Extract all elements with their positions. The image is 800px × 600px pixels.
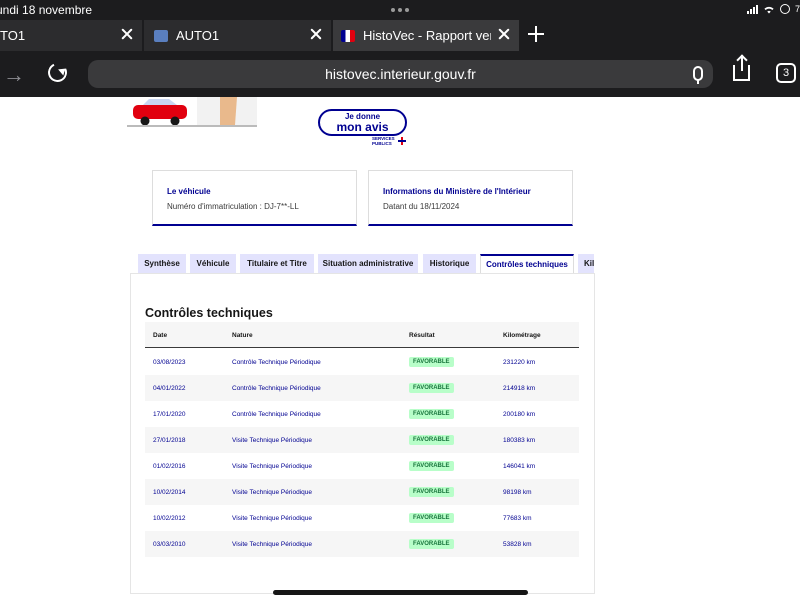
battery-level: 7 (794, 4, 800, 14)
share-icon[interactable] (733, 57, 750, 81)
header-date: Date (153, 332, 168, 339)
cell-date: 03/03/2010 (153, 541, 186, 548)
cell-nature: Visite Technique Périodique (232, 515, 312, 522)
result-badge: FAVORABLE (409, 487, 454, 497)
cell-date: 17/01/2020 (153, 411, 186, 418)
table-row: 10/02/2014 Visite Technique Périodique F… (145, 479, 579, 505)
tab-kilometrage[interactable]: Kilo (578, 254, 594, 273)
report-tabs: Synthèse Véhicule Titulaire et Titre Sit… (138, 254, 594, 273)
browser-tab-1[interactable]: TO1 (0, 20, 143, 51)
services-publics-plus-icon (398, 137, 406, 145)
cell-kilometrage: 98198 km (503, 489, 532, 496)
forward-arrow-icon[interactable]: → (3, 62, 25, 88)
cell-kilometrage: 200180 km (503, 411, 536, 418)
cell-date: 10/02/2012 (153, 515, 186, 522)
card-title: Informations du Ministère de l'Intérieur (383, 187, 531, 196)
feedback-line2: mon avis (336, 120, 389, 134)
cell-nature: Visite Technique Périodique (232, 437, 312, 444)
multitask-dots-icon[interactable] (391, 8, 409, 12)
cell-kilometrage: 53828 km (503, 541, 532, 548)
table-row: 27/01/2018 Visite Technique Périodique F… (145, 427, 579, 453)
tab-controles-techniques[interactable]: Contrôles techniques (480, 254, 574, 273)
tab-synthese[interactable]: Synthèse (138, 254, 186, 273)
browser-tab-label: TO1 (0, 28, 26, 43)
french-flag-favicon-icon (341, 29, 355, 42)
address-bar[interactable]: histovec.interieur.gouv.fr (88, 60, 713, 88)
tab-situation-administrative[interactable]: Situation administrative (318, 254, 418, 273)
table-row: 04/01/2022 Contrôle Technique Périodique… (145, 375, 579, 401)
card-text: Numéro d'immatriculation : DJ-7**-LL (167, 202, 299, 211)
table-row: 10/02/2012 Visite Technique Périodique F… (145, 505, 579, 531)
browser-toolbar: → histovec.interieur.gouv.fr 3 (0, 51, 800, 97)
result-badge: FAVORABLE (409, 435, 454, 445)
cell-date: 27/01/2018 (153, 437, 186, 444)
feedback-button[interactable]: Je donne mon avis (318, 109, 407, 136)
close-tab-icon[interactable] (309, 27, 323, 41)
table-row: 01/02/2016 Visite Technique Périodique F… (145, 453, 579, 479)
result-badge: FAVORABLE (409, 383, 454, 393)
status-indicators: 7 (746, 4, 800, 14)
auto1-favicon-icon (154, 29, 168, 42)
table-row: 03/08/2023 Contrôle Technique Périodique… (145, 349, 579, 375)
card-title: Le véhicule (167, 187, 211, 196)
reload-icon[interactable] (45, 60, 70, 85)
cell-nature: Contrôle Technique Périodique (232, 359, 321, 366)
table-header: Date Nature Résultat Kilométrage (145, 322, 579, 348)
result-badge: FAVORABLE (409, 539, 454, 549)
cell-kilometrage: 214918 km (503, 385, 536, 392)
section-title: Contrôles techniques (145, 306, 273, 320)
ministry-info-card: Informations du Ministère de l'Intérieur… (368, 170, 573, 226)
cell-kilometrage: 231220 km (503, 359, 536, 366)
table-row: 17/01/2020 Contrôle Technique Périodique… (145, 401, 579, 427)
cell-date: 10/02/2014 (153, 489, 186, 496)
cell-nature: Contrôle Technique Périodique (232, 411, 321, 418)
microphone-icon[interactable] (693, 66, 703, 84)
result-badge: FAVORABLE (409, 513, 454, 523)
url-text: histovec.interieur.gouv.fr (325, 66, 476, 82)
tab-titulaire[interactable]: Titulaire et Titre (240, 254, 314, 273)
cell-date: 01/02/2016 (153, 463, 186, 470)
table-row: 03/03/2010 Visite Technique Périodique F… (145, 531, 579, 557)
result-badge: FAVORABLE (409, 461, 454, 471)
status-bar: undi 18 novembre 7 (0, 0, 800, 20)
cell-kilometrage: 180383 km (503, 437, 536, 444)
cell-nature: Visite Technique Périodique (232, 541, 312, 548)
card-text: Datant du 18/11/2024 (383, 202, 460, 211)
car-illustration (127, 97, 257, 127)
vehicle-card: Le véhicule Numéro d'immatriculation : D… (152, 170, 357, 226)
cell-nature: Visite Technique Périodique (232, 489, 312, 496)
result-badge: FAVORABLE (409, 409, 454, 419)
cell-kilometrage: 146041 km (503, 463, 536, 470)
header-nature: Nature (232, 332, 253, 339)
cell-nature: Contrôle Technique Périodique (232, 385, 321, 392)
browser-tab-2[interactable]: AUTO1 (144, 20, 332, 51)
wifi-icon (764, 6, 774, 13)
cell-nature: Visite Technique Périodique (232, 463, 312, 470)
browser-tab-label: HistoVec - Rapport vende (363, 28, 491, 43)
browser-tab-bar: TO1 AUTO1 HistoVec - Rapport vende (0, 20, 800, 51)
result-badge: FAVORABLE (409, 357, 454, 367)
browser-tab-label: AUTO1 (176, 28, 220, 43)
header-resultat: Résultat (409, 332, 435, 339)
cell-date: 04/01/2022 (153, 385, 186, 392)
browser-tab-3[interactable]: HistoVec - Rapport vende (333, 20, 520, 51)
header-kilometrage: Kilométrage (503, 332, 541, 339)
status-time: undi 18 novembre (0, 3, 93, 17)
tab-count-button[interactable]: 3 (776, 63, 796, 83)
cell-date: 03/08/2023 (153, 359, 186, 366)
new-tab-plus-icon[interactable] (527, 25, 545, 43)
cell-kilometrage: 77683 km (503, 515, 532, 522)
close-tab-icon[interactable] (120, 27, 134, 41)
tab-historique[interactable]: Historique (423, 254, 476, 273)
signal-icon (746, 4, 758, 14)
home-indicator[interactable] (273, 590, 528, 595)
orientation-lock-icon (779, 4, 790, 14)
tab-vehicule[interactable]: Véhicule (190, 254, 236, 273)
close-tab-icon[interactable] (497, 27, 511, 41)
